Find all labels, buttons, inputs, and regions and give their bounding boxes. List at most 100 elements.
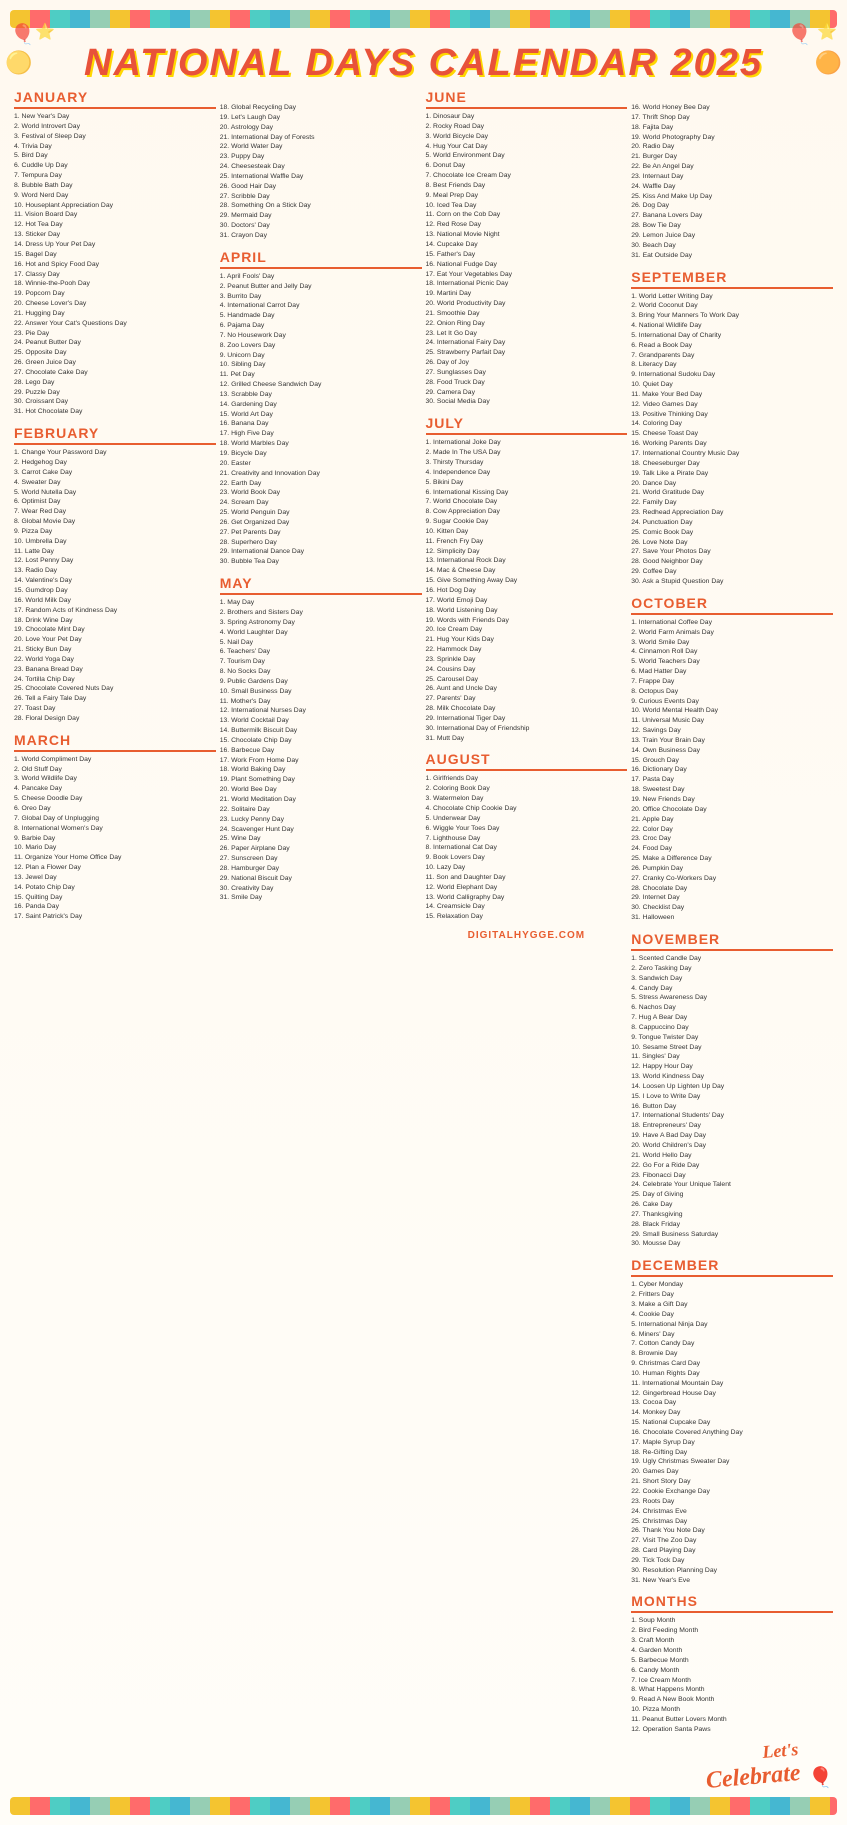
list-item: 1. International Coffee Day <box>631 618 833 628</box>
list-item: 10. Umbrella Day <box>14 537 216 547</box>
list-item: 24. Celebrate Your Unique Talent <box>631 1180 833 1190</box>
list-item: 6. Teachers' Day <box>220 647 422 657</box>
list-item: 13. International Rock Day <box>426 556 628 566</box>
september-title: SEPTEMBER <box>631 269 833 289</box>
list-item: 26. Good Hair Day <box>220 182 422 192</box>
list-item: 11. International Mountain Day <box>631 1379 833 1389</box>
list-item: 17. International Students' Day <box>631 1111 833 1121</box>
month-february: FEBRUARY 1. Change Your Password Day 2. … <box>14 425 216 724</box>
list-item: 21. World Gratitude Day <box>631 488 833 498</box>
list-item: 27. Parents' Day <box>426 694 628 704</box>
list-item: 9. Unicorn Day <box>220 351 422 361</box>
may-title: MAY <box>220 575 422 595</box>
list-item: 16. Hot and Spicy Food Day <box>14 260 216 270</box>
list-item: 28. Hamburger Day <box>220 864 422 874</box>
month-january-cont: 18. Global Recycling Day 19. Let's Laugh… <box>220 89 422 241</box>
celebrate-balloon-icon: 🎈 <box>808 1765 833 1790</box>
list-item: 25. Make a Difference Day <box>631 854 833 864</box>
list-item: 29. International Dance Day <box>220 547 422 557</box>
list-item: 25. World Penguin Day <box>220 508 422 518</box>
list-item: 13. Scrabble Day <box>220 390 422 400</box>
list-item: 24. Cousins Day <box>426 665 628 675</box>
month-october: OCTOBER 1. International Coffee Day 2. W… <box>631 595 833 923</box>
list-item: 21. Apple Day <box>631 815 833 825</box>
list-item: 23. Puppy Day <box>220 152 422 162</box>
list-item: 21. World Hello Day <box>631 1151 833 1161</box>
list-item: 1. World Letter Writing Day <box>631 292 833 302</box>
list-item: 16. Banana Day <box>220 419 422 429</box>
list-item: 18. World Listening Day <box>426 606 628 616</box>
list-item: 4. Independence Day <box>426 468 628 478</box>
deco-balloon-left: 🎈 <box>10 22 35 47</box>
list-item: 7. Frappe Day <box>631 677 833 687</box>
list-item: 19. World Photography Day <box>631 133 833 143</box>
list-item: 2. Bird Feeding Month <box>631 1626 833 1636</box>
list-item: 12. Happy Hour Day <box>631 1062 833 1072</box>
list-item: 28. Black Friday <box>631 1220 833 1230</box>
list-item: 27. Cranky Co-Workers Day <box>631 874 833 884</box>
list-item: 5. Cheese Doodle Day <box>14 794 216 804</box>
list-item: 15. Gumdrop Day <box>14 586 216 596</box>
page-container: 🎈 ⭐ 🎈 ⭐ 🟡 🟠 NATIONAL DAYS CALENDAR 2025 … <box>0 0 847 1825</box>
list-item: 4. Candy Day <box>631 984 833 994</box>
list-item: 6. Cuddle Up Day <box>14 161 216 171</box>
month-june: JUNE 1. Dinosaur Day 2. Rocky Road Day 3… <box>426 89 628 407</box>
list-item: 15. I Love to Write Day <box>631 1092 833 1102</box>
november-title: NOVEMBER <box>631 931 833 951</box>
list-item: 9. Curious Events Day <box>631 697 833 707</box>
list-item: 10. Pizza Month <box>631 1705 833 1715</box>
list-item: 14. Buttermilk Biscuit Day <box>220 726 422 736</box>
december-title: DECEMBER <box>631 1257 833 1277</box>
april-title: APRIL <box>220 249 422 269</box>
list-item: 27. Chocolate Cake Day <box>14 368 216 378</box>
list-item: 27. Sunscreen Day <box>220 854 422 864</box>
list-item: 16. World Milk Day <box>14 596 216 606</box>
list-item: 19. Talk Like a Pirate Day <box>631 469 833 479</box>
list-item: 5. International Ninja Day <box>631 1320 833 1330</box>
list-item: 14. Coloring Day <box>631 419 833 429</box>
list-item: 11. Pet Day <box>220 370 422 380</box>
list-item: 1. Cyber Monday <box>631 1280 833 1290</box>
list-item: 22. Earth Day <box>220 479 422 489</box>
month-september: SEPTEMBER 1. World Letter Writing Day 2.… <box>631 269 833 587</box>
page-title: NATIONAL DAYS CALENDAR 2025 <box>10 34 837 89</box>
list-item: 6. Optimist Day <box>14 497 216 507</box>
list-item: 17. Thrift Shop Day <box>631 113 833 123</box>
list-item: 25. Opposite Day <box>14 348 216 358</box>
list-item: 17. Classy Day <box>14 270 216 280</box>
list-item: 5. World Environment Day <box>426 151 628 161</box>
list-item: 29. Lemon Juice Day <box>631 231 833 241</box>
list-item: 18. Sweetest Day <box>631 785 833 795</box>
list-item: 27. Banana Lovers Day <box>631 211 833 221</box>
list-item: 16. Chocolate Covered Anything Day <box>631 1428 833 1438</box>
list-item: 23. World Book Day <box>220 488 422 498</box>
list-item: 13. National Movie Night <box>426 230 628 240</box>
list-item: 22. Family Day <box>631 498 833 508</box>
list-item: 15. Relaxation Day <box>426 912 628 922</box>
july-days: 1. International Joke Day 2. Made In The… <box>426 438 628 743</box>
list-item: 28. Superhero Day <box>220 538 422 548</box>
list-item: 7. World Chocolate Day <box>426 497 628 507</box>
list-item: 14. Cupcake Day <box>426 240 628 250</box>
list-item: 9. Public Gardens Day <box>220 677 422 687</box>
list-item: 30. Checklist Day <box>631 903 833 913</box>
list-item: 18. Drink Wine Day <box>14 616 216 626</box>
march-days: 1. World Compliment Day 2. Old Stuff Day… <box>14 755 216 922</box>
list-item: 23. Croc Day <box>631 834 833 844</box>
list-item: 9. Tongue Twister Day <box>631 1033 833 1043</box>
list-item: 23. Pie Day <box>14 329 216 339</box>
list-item: 7. Hug A Bear Day <box>631 1013 833 1023</box>
list-item: 15. Grouch Day <box>631 756 833 766</box>
list-item: 12. Red Rose Day <box>426 220 628 230</box>
list-item: 11. Make Your Bed Day <box>631 390 833 400</box>
list-item: 7. Cotton Candy Day <box>631 1339 833 1349</box>
month-august: AUGUST 1. Girlfriends Day 2. Coloring Bo… <box>426 751 628 922</box>
list-item: 9. Meal Prep Day <box>426 191 628 201</box>
list-item: 18. Global Recycling Day <box>220 103 422 113</box>
month-march: MARCH 1. World Compliment Day 2. Old Stu… <box>14 732 216 922</box>
list-item: 12. Simplicity Day <box>426 547 628 557</box>
column-3: JUNE 1. Dinosaur Day 2. Rocky Road Day 3… <box>426 89 628 1791</box>
list-item: 11. Corn on the Cob Day <box>426 210 628 220</box>
list-item: 30. Doctors' Day <box>220 221 422 231</box>
june-cont-days: 16. World Honey Bee Day 17. Thrift Shop … <box>631 103 833 261</box>
